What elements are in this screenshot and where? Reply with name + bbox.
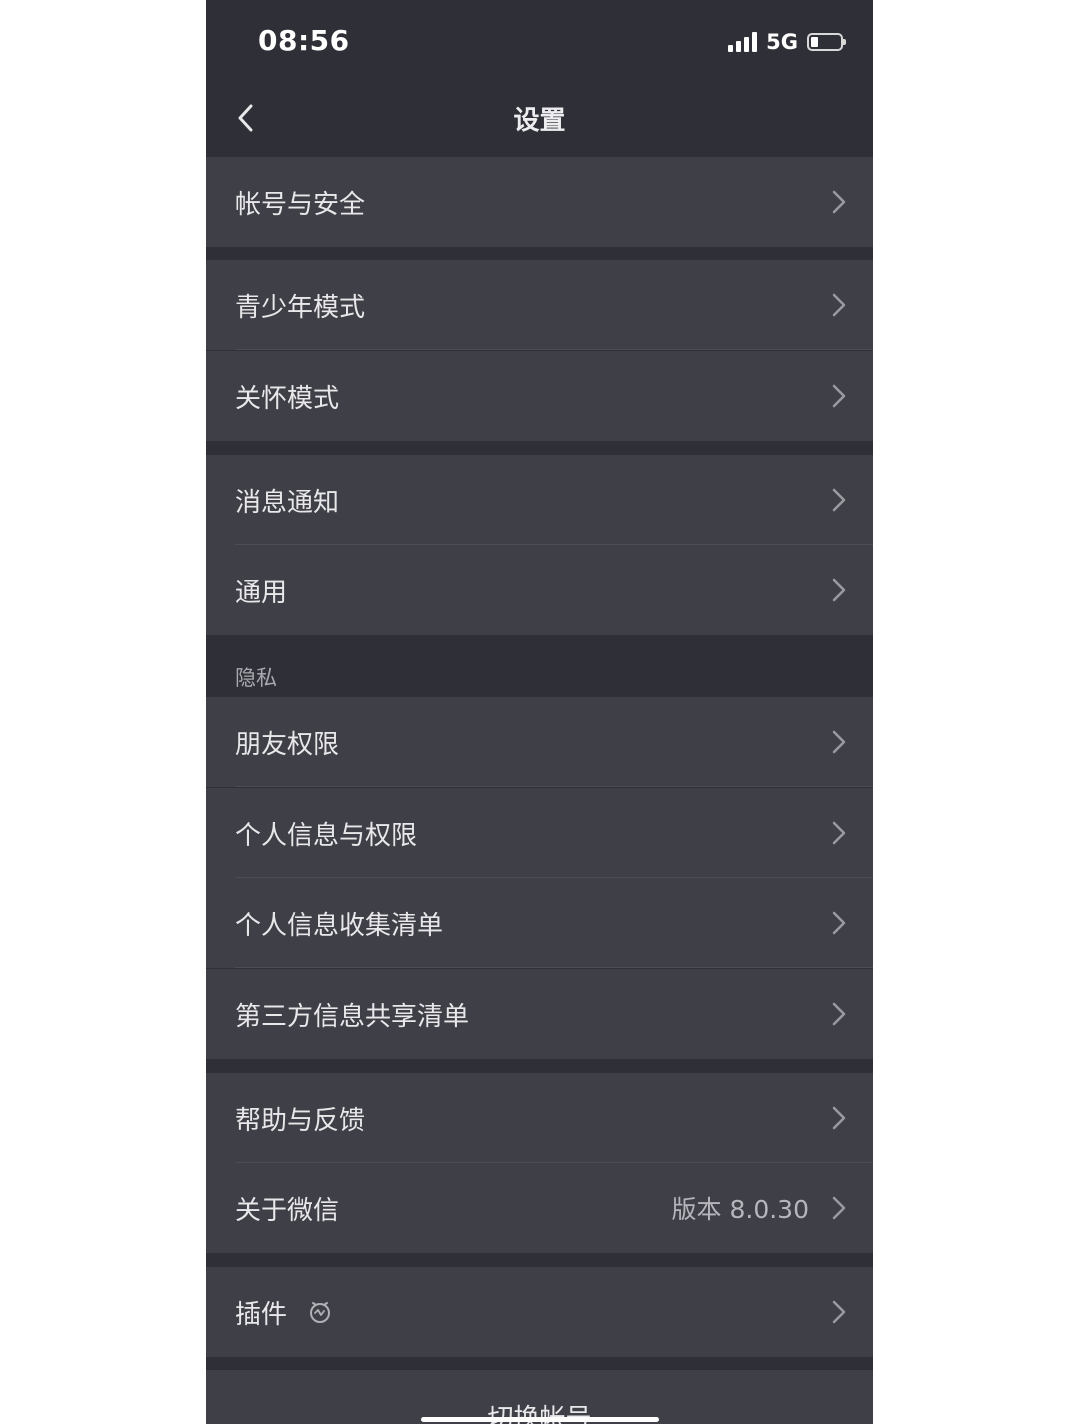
settings-row-notifications[interactable]: 消息通知 [206, 455, 873, 545]
row-divider [235, 786, 873, 787]
row-label: 消息通知 [235, 487, 340, 518]
row-label: 第三方信息共享清单 [235, 1001, 470, 1032]
settings-row-help-feedback[interactable]: 帮助与反馈 [206, 1073, 873, 1163]
switch-account-button[interactable]: 切换帐号 [206, 1370, 873, 1424]
row-label: 插件 [235, 1299, 288, 1330]
chevron-right-icon [832, 488, 846, 512]
row-label: 通用 [235, 577, 288, 608]
settings-row-friend-permissions[interactable]: 朋友权限 [206, 697, 873, 787]
settings-row-personal-info-collection[interactable]: 个人信息收集清单 [206, 878, 873, 968]
chevron-right-icon [832, 190, 846, 214]
settings-row-about-wechat[interactable]: 关于微信 版本 8.0.30 [206, 1163, 873, 1253]
settings-row-account-security[interactable]: 帐号与安全 [206, 157, 873, 247]
plugin-icon [310, 1302, 330, 1323]
nav-bar: 设置 [206, 80, 873, 156]
signal-icon [728, 32, 758, 52]
chevron-right-icon [832, 293, 846, 317]
network-label: 5G [766, 30, 798, 54]
row-label: 关于微信 [235, 1195, 340, 1226]
battery-icon [807, 33, 846, 51]
row-label: 帐号与安全 [235, 189, 366, 220]
chevron-right-icon [832, 384, 846, 408]
row-label: 朋友权限 [235, 729, 340, 760]
settings-row-third-party-sharing[interactable]: 第三方信息共享清单 [206, 969, 873, 1059]
row-label: 个人信息与权限 [235, 820, 418, 851]
row-divider [235, 349, 873, 350]
settings-row-personal-info-permissions[interactable]: 个人信息与权限 [206, 788, 873, 878]
row-label: 帮助与反馈 [235, 1105, 366, 1136]
chevron-right-icon [832, 1106, 846, 1130]
chevron-right-icon [832, 578, 846, 602]
settings-screen: 08:56 5G 设置 帐号与安全 青少年模式 关怀模式 消息通知 通用 隐私 … [206, 0, 873, 1424]
chevron-right-icon [832, 821, 846, 845]
chevron-right-icon [832, 1300, 846, 1324]
chevron-right-icon [832, 1002, 846, 1026]
status-indicators: 5G [728, 28, 846, 56]
section-header-privacy: 隐私 [235, 666, 277, 690]
chevron-right-icon [832, 730, 846, 754]
settings-row-general[interactable]: 通用 [206, 545, 873, 635]
status-bar: 08:56 5G [206, 0, 873, 80]
row-label: 个人信息收集清单 [235, 910, 444, 941]
version-value: 版本 8.0.30 [671, 1195, 809, 1224]
page-title: 设置 [513, 106, 566, 136]
status-time: 08:56 [258, 24, 350, 57]
row-label: 青少年模式 [235, 292, 366, 323]
row-label: 关怀模式 [235, 383, 340, 414]
settings-row-care-mode[interactable]: 关怀模式 [206, 351, 873, 441]
settings-row-teen-mode[interactable]: 青少年模式 [206, 260, 873, 350]
home-indicator [421, 1417, 659, 1422]
row-divider [235, 967, 873, 968]
chevron-right-icon [832, 1196, 846, 1220]
chevron-right-icon [832, 911, 846, 935]
settings-row-plugins[interactable]: 插件 [206, 1267, 873, 1357]
